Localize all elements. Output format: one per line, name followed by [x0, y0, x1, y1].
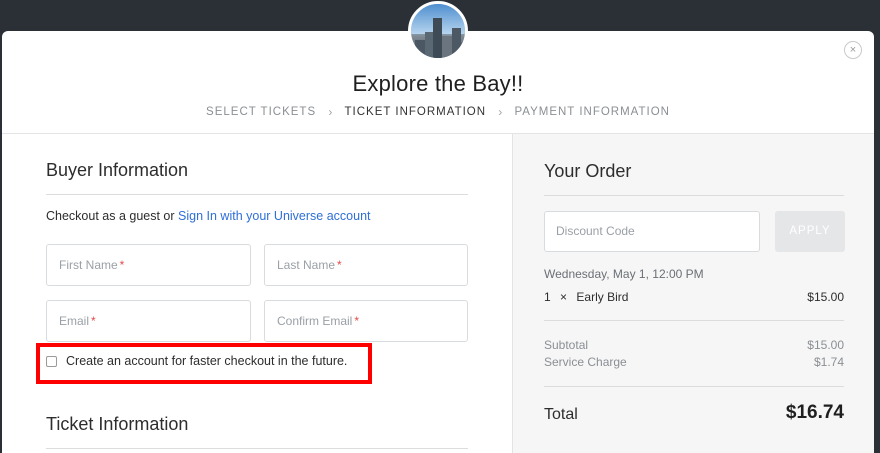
subtotal-value: $15.00: [807, 338, 844, 352]
service-charge-label: Service Charge: [544, 355, 627, 369]
event-title: Explore the Bay!!: [352, 71, 524, 96]
guest-prefix: Checkout as a guest or: [46, 209, 179, 223]
last-name-field[interactable]: Last Name *: [264, 244, 468, 286]
chevron-right-icon: ›: [498, 105, 503, 119]
buyer-divider: [46, 194, 468, 195]
totals-divider: [544, 386, 844, 387]
first-name-placeholder: First Name: [59, 258, 118, 272]
sign-in-link[interactable]: Sign In with your Universe account: [178, 209, 370, 223]
create-account-row[interactable]: Create an account for faster checkout in…: [46, 354, 347, 368]
close-icon: ×: [849, 44, 857, 56]
ticket-divider: [46, 448, 468, 449]
item-price: $15.00: [807, 290, 844, 304]
total-value: $16.74: [785, 402, 844, 423]
last-name-placeholder: Last Name: [277, 258, 336, 272]
required-mark: *: [337, 258, 342, 272]
guest-checkout-text: Checkout as a guest or Sign In with your…: [46, 209, 371, 223]
order-line-item: 1 × Early Bird $15.00: [544, 290, 844, 304]
item-name: Early Bird: [576, 290, 629, 304]
avatar-building: [425, 32, 433, 58]
apply-button[interactable]: APPLY: [775, 211, 845, 252]
service-charge-row: Service Charge $1.74: [544, 355, 844, 369]
email-placeholder: Email: [59, 314, 90, 328]
create-account-checkbox[interactable]: [46, 355, 57, 367]
order-title: Your Order: [544, 161, 632, 181]
step-select-tickets[interactable]: SELECT TICKETS: [206, 106, 316, 118]
discount-code-input[interactable]: Discount Code: [544, 211, 760, 252]
confirm-email-field[interactable]: Confirm Email *: [264, 300, 468, 342]
create-account-label: Create an account for faster checkout in…: [66, 354, 348, 368]
first-name-field[interactable]: First Name *: [46, 244, 251, 286]
ticket-info-title: Ticket Information: [46, 414, 189, 434]
total-label: Total: [544, 406, 578, 423]
checkout-steps: SELECT TICKETS › TICKET INFORMATION › PA…: [2, 105, 874, 119]
email-field[interactable]: Email *: [46, 300, 251, 342]
step-payment-information[interactable]: PAYMENT INFORMATION: [514, 106, 670, 118]
checkout-modal: × Explore the Bay!! SELECT TICKETS › TIC…: [2, 31, 874, 453]
close-button[interactable]: ×: [844, 41, 862, 59]
buyer-info-title: Buyer Information: [46, 160, 189, 180]
required-mark: *: [91, 314, 96, 328]
buyer-panel: Buyer Information Checkout as a guest or…: [2, 134, 512, 453]
required-mark: *: [354, 314, 360, 328]
item-qty: 1: [544, 290, 551, 304]
item-times: ×: [560, 290, 568, 304]
order-panel: Your Order Discount Code APPLY Wednesday…: [512, 134, 874, 453]
event-date: Wednesday, May 1, 12:00 PM: [544, 267, 704, 281]
items-divider: [544, 320, 844, 321]
service-charge-value: $1.74: [813, 355, 844, 369]
avatar-building: [452, 28, 461, 58]
chevron-right-icon: ›: [328, 105, 333, 119]
order-divider: [544, 195, 844, 196]
step-ticket-information[interactable]: TICKET INFORMATION: [345, 106, 487, 118]
avatar-building: [442, 36, 452, 58]
required-mark: *: [119, 258, 125, 272]
avatar-building: [415, 40, 425, 58]
subtotal-row: Subtotal $15.00: [544, 338, 844, 352]
avatar-building: [433, 18, 442, 58]
event-avatar-image: [408, 1, 468, 61]
subtotal-label: Subtotal: [544, 338, 589, 352]
confirm-email-placeholder: Confirm Email: [277, 314, 353, 328]
